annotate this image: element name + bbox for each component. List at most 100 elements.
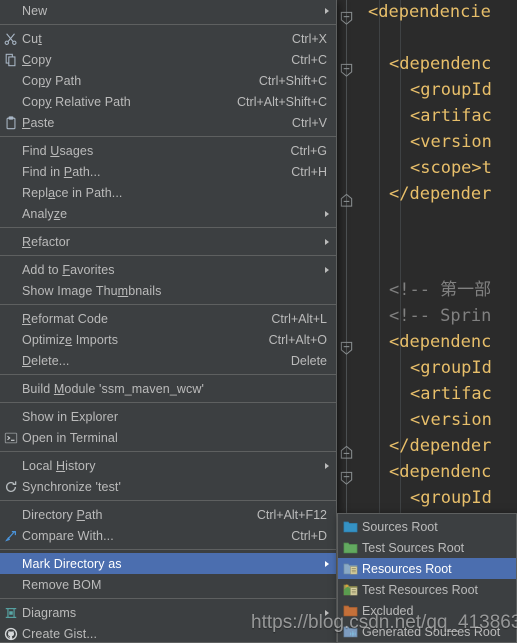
menu-item-label: Optimize Imports <box>22 332 119 347</box>
menu-item-shortcut: Delete <box>290 353 327 368</box>
submenu-item-sources-root[interactable]: Sources Root <box>338 516 516 537</box>
menu-item-label: New <box>22 3 48 18</box>
menu-item-diagrams[interactable]: Diagrams <box>0 602 336 623</box>
submenu-item-label: Generated Sources Root <box>362 624 501 639</box>
menu-item-label: Remove BOM <box>22 577 102 592</box>
menu-icon-slot <box>0 161 22 182</box>
menu-separator <box>0 24 336 25</box>
menu-item-optimize-imports[interactable]: Optimize Imports Ctrl+Alt+O <box>0 329 336 350</box>
chevron-right-icon <box>325 210 329 217</box>
chevron-right-icon <box>325 238 329 245</box>
submenu-item-label: Resources Root <box>362 561 452 576</box>
folder-blue-icon <box>338 516 362 537</box>
chevron-right-icon <box>325 560 329 567</box>
menu-icon-slot <box>0 308 22 329</box>
fold-marker-collapse[interactable] <box>339 471 354 486</box>
menu-item-shortcut: Ctrl+D <box>291 528 327 543</box>
menu-item-shortcut: Ctrl+Alt+O <box>268 332 327 347</box>
menu-item-label: Copy Path <box>22 73 82 88</box>
menu-item-mark-directory-as[interactable]: Mark Directory as <box>0 553 336 574</box>
fold-marker-end[interactable] <box>339 445 354 460</box>
menu-separator <box>0 451 336 452</box>
menu-item-refactor[interactable]: Refactor <box>0 231 336 252</box>
menu-separator <box>0 227 336 228</box>
menu-item-label: Diagrams <box>22 605 77 620</box>
chevron-right-icon <box>325 609 329 616</box>
menu-item-add-to-favorites[interactable]: Add to Favorites <box>0 259 336 280</box>
fold-marker-collapse[interactable] <box>339 341 354 356</box>
submenu-item-excluded[interactable]: Excluded <box>338 600 516 621</box>
menu-item-copy-path[interactable]: Copy Path Ctrl+Shift+C <box>0 70 336 91</box>
copy-icon <box>0 49 22 70</box>
menu-separator <box>0 598 336 599</box>
menu-item-label: Add to Favorites <box>22 262 115 277</box>
fold-marker-collapse[interactable] <box>339 63 354 78</box>
menu-icon-slot <box>0 504 22 525</box>
menu-item-reformat-code[interactable]: Reformat Code Ctrl+Alt+L <box>0 308 336 329</box>
menu-icon-slot <box>0 553 22 574</box>
menu-item-compare-with[interactable]: Compare With... Ctrl+D <box>0 525 336 546</box>
chevron-right-icon <box>325 266 329 273</box>
menu-item-copy[interactable]: Copy Ctrl+C <box>0 49 336 70</box>
submenu-item-label: Test Resources Root <box>362 582 479 597</box>
fold-marker-end[interactable] <box>339 193 354 208</box>
menu-item-shortcut: Ctrl+G <box>290 143 327 158</box>
menu-icon-slot <box>0 378 22 399</box>
menu-item-label: Reformat Code <box>22 311 109 326</box>
menu-item-cut[interactable]: Cut Ctrl+X <box>0 28 336 49</box>
fold-marker-collapse[interactable] <box>339 11 354 26</box>
menu-item-local-history[interactable]: Local History <box>0 455 336 476</box>
menu-icon-slot <box>0 455 22 476</box>
menu-item-paste[interactable]: Paste Ctrl+V <box>0 112 336 133</box>
submenu-item-label: Test Sources Root <box>362 540 465 555</box>
menu-item-label: Show in Explorer <box>22 409 119 424</box>
menu-item-label: Open in Terminal <box>22 430 118 445</box>
menu-item-open-in-terminal[interactable]: Open in Terminal <box>0 427 336 448</box>
menu-item-synchronize-test[interactable]: Synchronize 'test' <box>0 476 336 497</box>
refresh-icon <box>0 476 22 497</box>
menu-item-label: Compare With... <box>22 528 114 543</box>
menu-item-label: Copy Relative Path <box>22 94 131 109</box>
menu-item-label: Paste <box>22 115 55 130</box>
menu-item-analyze[interactable]: Analyze <box>0 203 336 224</box>
submenu-item-generated-sources-root[interactable]: Generated Sources Root <box>338 621 516 642</box>
menu-item-build-module-ssm-maven-wcw[interactable]: Build Module 'ssm_maven_wcw' <box>0 378 336 399</box>
submenu-item-resources-root[interactable]: Resources Root <box>338 558 516 579</box>
menu-item-copy-relative-path[interactable]: Copy Relative Path Ctrl+Alt+Shift+C <box>0 91 336 112</box>
menu-item-directory-path[interactable]: Directory Path Ctrl+Alt+F12 <box>0 504 336 525</box>
menu-separator <box>0 500 336 501</box>
context-menu[interactable]: New Cut Ctrl+X Copy Ctrl+C Copy Path Ctrl+Shif… <box>0 0 337 643</box>
menu-item-remove-bom[interactable]: Remove BOM <box>0 574 336 595</box>
folder-test-resources-icon <box>338 579 362 600</box>
menu-separator <box>0 374 336 375</box>
menu-icon-slot <box>0 259 22 280</box>
menu-icon-slot <box>0 406 22 427</box>
mark-directory-as-submenu[interactable]: Sources Root Test Sources Root Resources R… <box>337 513 517 643</box>
folder-resources-icon <box>338 558 362 579</box>
menu-item-label: Local History <box>22 458 96 473</box>
github-icon <box>0 623 22 642</box>
menu-item-shortcut: Ctrl+H <box>291 164 327 179</box>
menu-item-label: Copy <box>22 52 52 67</box>
menu-icon-slot <box>0 203 22 224</box>
menu-item-label: Analyze <box>22 206 68 221</box>
menu-item-new[interactable]: New <box>0 0 336 21</box>
menu-item-create-gist[interactable]: Create Gist... <box>0 623 336 642</box>
menu-item-label: Create Gist... <box>22 626 98 641</box>
submenu-item-test-resources-root[interactable]: Test Resources Root <box>338 579 516 600</box>
menu-item-find-usages[interactable]: Find Usages Ctrl+G <box>0 140 336 161</box>
menu-separator <box>0 255 336 256</box>
folder-generated-icon <box>338 621 362 642</box>
menu-item-show-in-explorer[interactable]: Show in Explorer <box>0 406 336 427</box>
menu-item-shortcut: Ctrl+V <box>291 115 327 130</box>
menu-item-show-image-thumbnails[interactable]: Show Image Thumbnails <box>0 280 336 301</box>
menu-item-find-in-path[interactable]: Find in Path... Ctrl+H <box>0 161 336 182</box>
menu-separator <box>0 402 336 403</box>
compare-icon <box>0 525 22 546</box>
submenu-item-test-sources-root[interactable]: Test Sources Root <box>338 537 516 558</box>
menu-item-replace-in-path[interactable]: Replace in Path... <box>0 182 336 203</box>
menu-item-delete[interactable]: Delete... Delete <box>0 350 336 371</box>
menu-separator <box>0 304 336 305</box>
menu-item-label: Build Module 'ssm_maven_wcw' <box>22 381 204 396</box>
submenu-item-label: Excluded <box>362 603 414 618</box>
